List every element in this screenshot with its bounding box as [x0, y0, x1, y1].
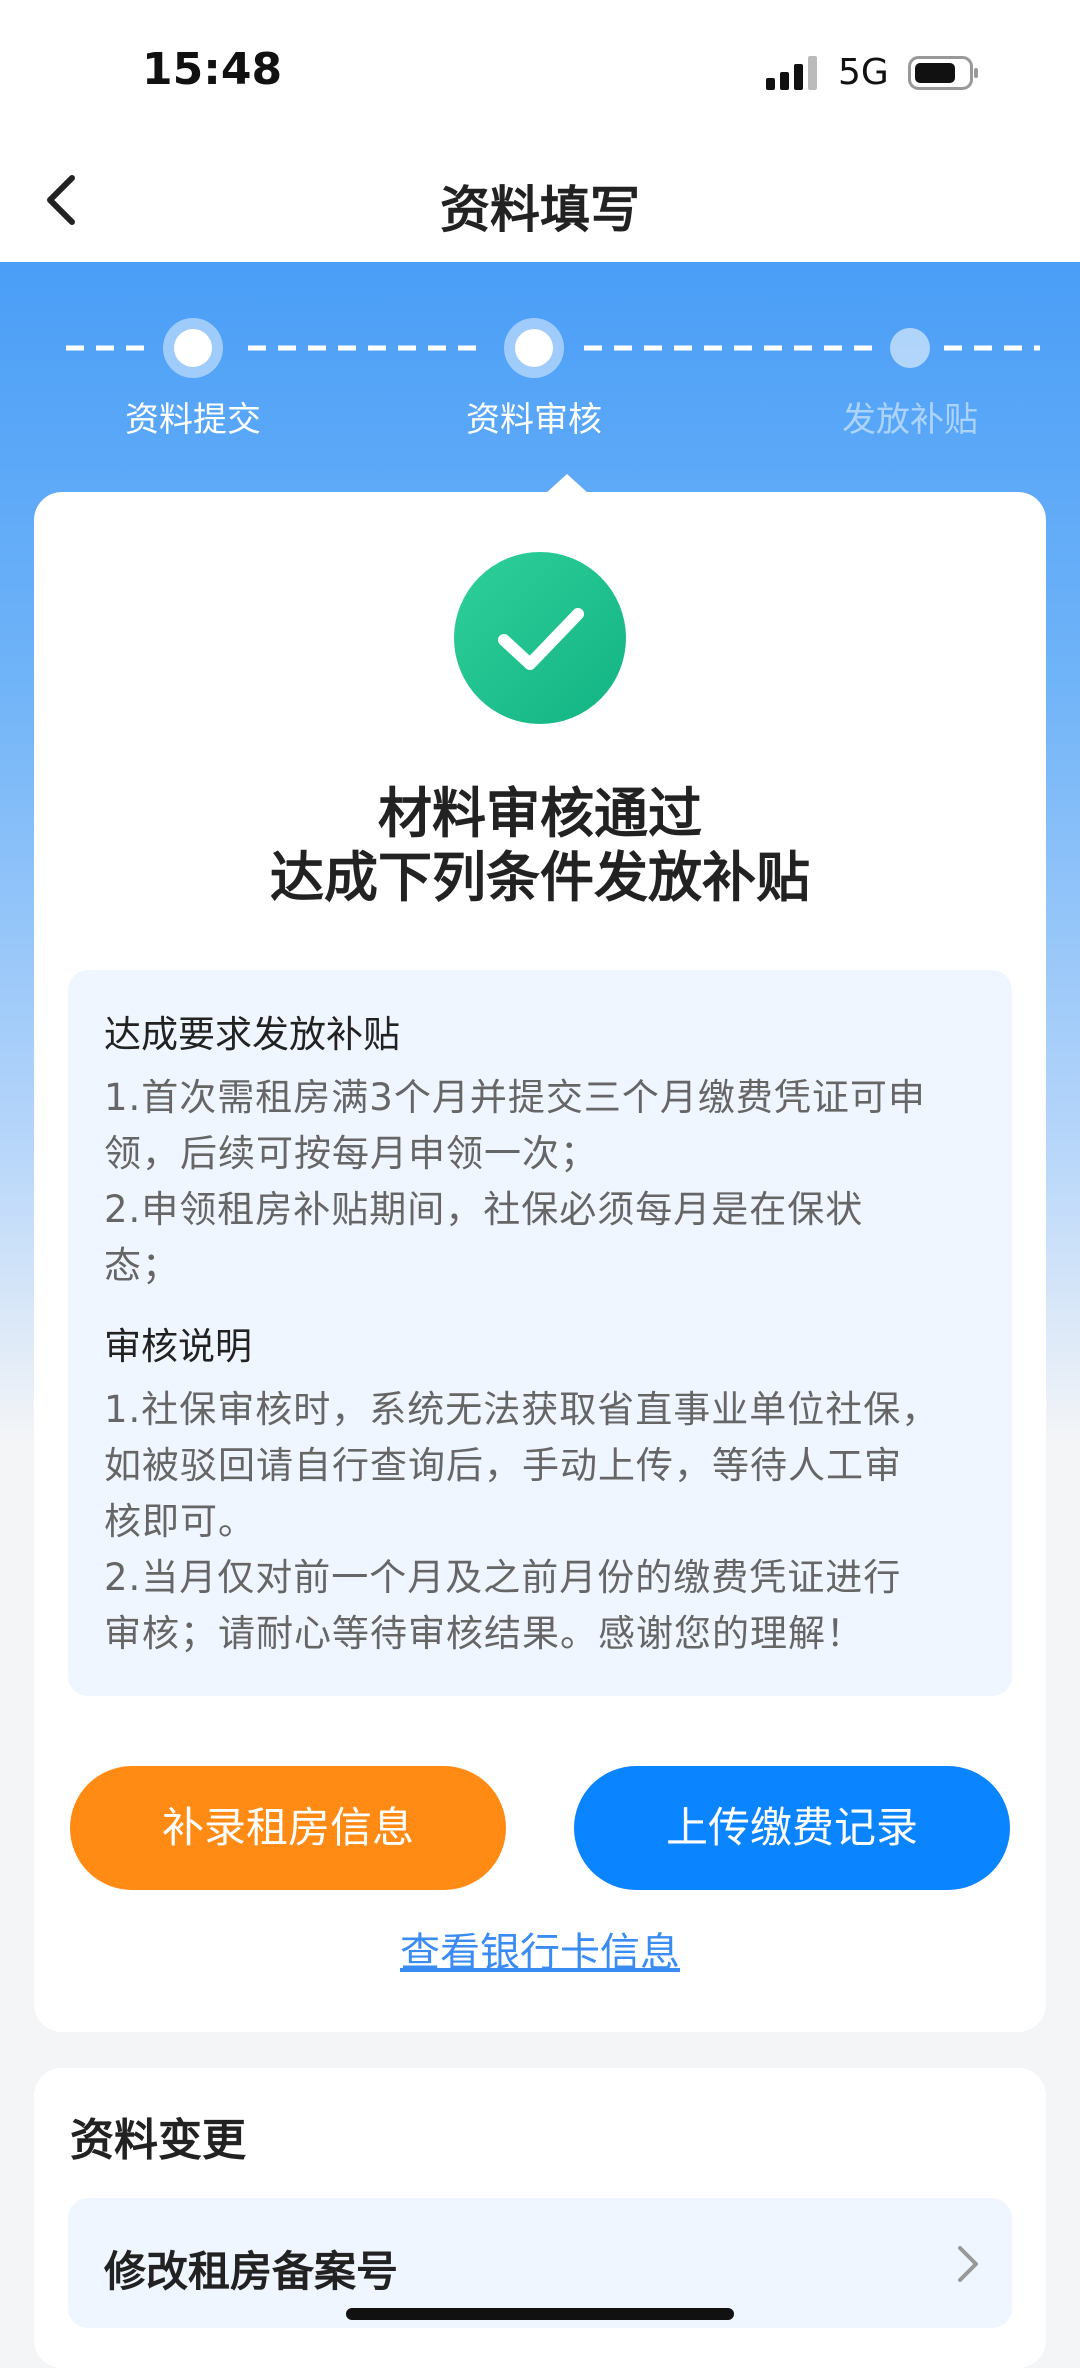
- step-progress-track: [66, 318, 1040, 378]
- step-label-subsidy: 发放补贴: [842, 400, 978, 440]
- conditions-heading: 达成要求发放补贴: [104, 1013, 400, 1056]
- notes-line: 1.社保审核时，系统无法获取省直事业单位社保，: [104, 1388, 940, 1431]
- page-title: 资料填写: [440, 181, 640, 239]
- conditions-text: 1.首次需租房满3个月并提交三个月缴费凭证可申 领，后续可按每月申领一次； 2.…: [104, 1070, 984, 1294]
- signal-icon: [766, 56, 817, 90]
- notes-line: 核即可。: [104, 1500, 256, 1543]
- success-check-icon: [454, 552, 626, 724]
- status-time: 15:48: [142, 44, 283, 95]
- view-bank-card-link[interactable]: 查看银行卡信息: [34, 1920, 1046, 1978]
- status-bar: 15:48 5G: [0, 0, 1080, 140]
- notes-line: 如被驳回请自行查询后，手动上传，等待人工审: [104, 1444, 902, 1487]
- network-type: 5G: [838, 52, 889, 93]
- modify-rental-record-label: 修改租房备案号: [104, 2247, 399, 2296]
- info-change-card: 资料变更 修改租房备案号: [34, 2068, 1046, 2368]
- upload-payment-record-button[interactable]: 上传缴费记录: [574, 1766, 1010, 1890]
- step-dot-submit: [163, 318, 223, 378]
- conditions-panel: 达成要求发放补贴 1.首次需租房满3个月并提交三个月缴费凭证可申 领，后续可按每…: [68, 970, 1012, 1696]
- nav-bar: 资料填写: [0, 140, 1080, 262]
- step-label-submit: 资料提交: [125, 400, 261, 440]
- conditions-line: 1.首次需租房满3个月并提交三个月缴费凭证可申: [104, 1076, 926, 1119]
- battery-icon: [908, 56, 978, 90]
- result-title-line1: 材料审核通过: [378, 782, 702, 845]
- home-indicator[interactable]: [346, 2308, 734, 2320]
- chevron-right-icon: [958, 2246, 978, 2282]
- notes-line: 2.当月仅对前一个月及之前月份的缴费凭证进行: [104, 1556, 902, 1599]
- result-title: 材料审核通过 达成下列条件发放补贴: [34, 782, 1046, 910]
- conditions-line: 态；: [104, 1244, 180, 1287]
- notes-line: 审核；请耐心等待审核结果。感谢您的理解！: [104, 1612, 864, 1655]
- info-change-title: 资料变更: [70, 2115, 246, 2166]
- step-dot-review: [504, 318, 564, 378]
- step-label-review: 资料审核: [466, 400, 602, 440]
- review-notes-heading: 审核说明: [104, 1325, 252, 1368]
- review-result-card: 材料审核通过 达成下列条件发放补贴 达成要求发放补贴 1.首次需租房满3个月并提…: [34, 474, 1046, 2032]
- supplement-rental-info-button[interactable]: 补录租房信息: [70, 1766, 506, 1890]
- step-dot-subsidy: [890, 328, 930, 368]
- result-title-line2: 达成下列条件发放补贴: [270, 846, 810, 909]
- conditions-line: 领，后续可按每月申领一次；: [104, 1132, 598, 1175]
- card-pointer: [545, 474, 589, 494]
- conditions-line: 2.申领租房补贴期间，社保必须每月是在保状: [104, 1188, 864, 1231]
- review-notes-text: 1.社保审核时，系统无法获取省直事业单位社保， 如被驳回请自行查询后，手动上传，…: [104, 1382, 984, 1662]
